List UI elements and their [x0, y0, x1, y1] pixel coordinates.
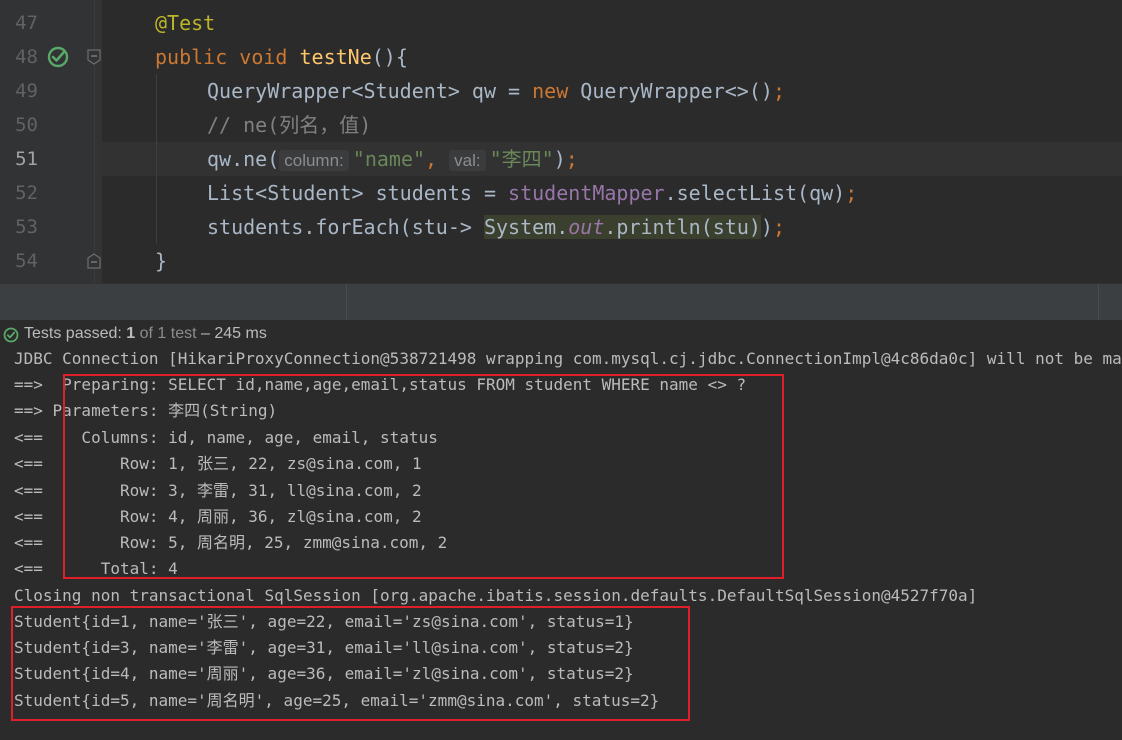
code-line-48[interactable]: public void testNe(){ [102, 40, 1122, 74]
gutter-line-49: 49 [0, 74, 102, 108]
param-hint-column: column: [279, 150, 349, 171]
keyword-new: new [532, 79, 569, 103]
code-line-54[interactable]: } [102, 244, 1122, 278]
ide-window: 47 48 49 50 51 52 53 54 @Test public voi… [0, 0, 1122, 740]
toolbar-divider [1098, 284, 1099, 320]
gutter-line-50: 50 [0, 108, 102, 142]
gutter-line-54: 54 [0, 244, 102, 278]
line-number: 49 [15, 80, 38, 102]
indent-guide [156, 210, 157, 244]
code-comment: // ne(列名，值) [207, 113, 372, 137]
code-text: .println(stu) [604, 215, 761, 239]
status-label: Tests passed: [24, 325, 122, 342]
method-name: testNe [299, 45, 372, 69]
indent-guide [156, 108, 157, 142]
total-count: of 1 test [139, 325, 197, 342]
line-number: 48 [15, 46, 38, 68]
comma: , [425, 147, 438, 171]
param-hint-val: val: [449, 150, 486, 171]
semicolon: ; [845, 181, 858, 205]
line-number: 50 [15, 114, 38, 136]
code-line-52[interactable]: List<Student> students = studentMapper.s… [102, 176, 1122, 210]
fold-marker-icon[interactable] [86, 48, 102, 66]
editor-gutter: 47 48 49 50 51 52 53 54 [0, 0, 102, 283]
line-number: 51 [15, 148, 38, 170]
passed-count: 1 [126, 325, 136, 342]
line-number: 54 [15, 250, 38, 272]
test-passed-run-icon[interactable] [46, 45, 72, 69]
code-text: .selectList(qw) [664, 181, 846, 205]
gutter-line-52: 52 [0, 176, 102, 210]
test-status-bar: Tests passed: 1 of 1 test – 245 ms [0, 322, 1122, 348]
result-output-highlight-box [11, 606, 690, 721]
test-duration: – 245 ms [201, 325, 267, 342]
code-text: QueryWrapper<>() [568, 79, 773, 103]
code-text: System. [483, 215, 569, 239]
code-line-50[interactable]: // ne(列名，值) [102, 108, 1122, 142]
string-literal: "name" [352, 147, 426, 171]
gutter-line-48: 48 [0, 40, 102, 74]
code-line-49[interactable]: QueryWrapper<Student> qw = new QueryWrap… [102, 74, 1122, 108]
code-text: ) [760, 215, 773, 239]
indent-guide [156, 74, 157, 108]
code-text: ) [553, 147, 566, 171]
line-number: 53 [15, 216, 38, 238]
gutter-line-47: 47 [0, 6, 102, 40]
semicolon: ; [565, 147, 578, 171]
code-text: List<Student> students = [207, 181, 509, 205]
code-text: } [155, 249, 168, 273]
gutter-line-51: 51 [0, 142, 102, 176]
code-text: qw.ne( [207, 147, 280, 171]
indent-guide [156, 176, 157, 210]
semicolon: ; [772, 215, 786, 239]
keyword-void: void [239, 45, 288, 69]
run-toolbar [0, 283, 1122, 321]
code-text: students.forEach(stu-> [207, 215, 484, 239]
code-text: (){ [371, 45, 408, 69]
line-number: 52 [15, 182, 38, 204]
string-literal: "李四" [489, 147, 554, 171]
code-line-47[interactable]: @Test [102, 6, 1122, 40]
indent-guide [156, 142, 157, 176]
sql-log-highlight-box [63, 374, 784, 579]
gutter-line-53: 53 [0, 210, 102, 244]
toolbar-divider [346, 284, 347, 320]
line-number: 47 [15, 12, 38, 34]
static-field: out [568, 215, 605, 239]
console-line: JDBC Connection [HikariProxyConnection@5… [14, 349, 1122, 368]
code-editor[interactable]: 47 48 49 50 51 52 53 54 @Test public voi… [0, 0, 1122, 283]
check-circle-icon [3, 327, 19, 343]
code-line-51-current[interactable]: qw.ne(column: "name", val: "李四"); [102, 142, 1122, 176]
field-reference: studentMapper [508, 181, 665, 205]
highlighted-expression: System.out.println(stu) [483, 215, 761, 239]
semicolon: ; [772, 79, 785, 103]
code-line-53[interactable]: students.forEach(stu-> System.out.printl… [102, 210, 1122, 244]
code-text: QueryWrapper<Student> qw = [207, 79, 533, 103]
annotation: @Test [155, 11, 216, 35]
keyword-public: public [155, 45, 228, 69]
fold-end-marker-icon[interactable] [86, 252, 102, 270]
